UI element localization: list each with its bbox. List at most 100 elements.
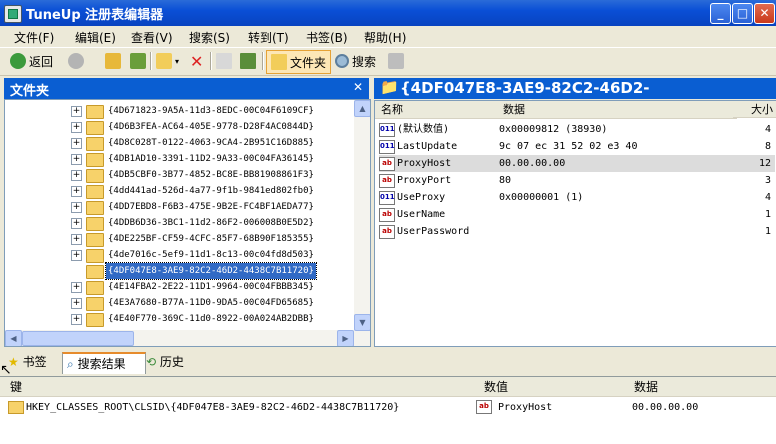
menu-goto[interactable]: 转到(T) [248, 29, 289, 46]
tree-scrollbar[interactable]: ▲ ▼ [354, 100, 370, 346]
tab-history[interactable]: ⟲ 历史 [146, 352, 196, 372]
properties-button[interactable] [216, 51, 235, 71]
back-button[interactable]: 返回 [10, 51, 53, 71]
value-name: UseProxy [397, 192, 446, 203]
expand-icon[interactable]: + [71, 122, 82, 133]
value-data: 00.00.00.00 [499, 158, 566, 169]
folder-icon [86, 313, 104, 327]
value-size: 1 [764, 209, 771, 220]
hscroll-thumb[interactable] [22, 331, 134, 346]
tree-hscrollbar[interactable]: ◀ ▶ [5, 330, 354, 346]
expand-icon[interactable]: + [71, 314, 82, 325]
value-row[interactable]: ab UserName 1 [379, 206, 775, 223]
tree-item-label: {4D671823-9A5A-11d3-8EDC-00C04F6109CF} [108, 106, 314, 116]
search-button[interactable]: 搜索 [335, 51, 376, 71]
menu-edit[interactable]: 编辑(E) [75, 29, 116, 46]
value-row[interactable]: ab ProxyHost 00.00.00.00 12 [379, 155, 775, 172]
expand-icon[interactable]: + [71, 154, 82, 165]
scroll-left-icon[interactable]: ◀ [5, 330, 22, 346]
window-title: TuneUp 注册表编辑器 [26, 8, 164, 23]
folder-icon [86, 281, 104, 295]
folder-icon [86, 153, 104, 167]
scroll-right-icon[interactable]: ▶ [337, 330, 354, 346]
folder-icon [86, 201, 104, 215]
menu-search[interactable]: 搜索(S) [189, 29, 230, 46]
value-row[interactable]: 011 (默认数值) 0x00009812 (38930) 4 [379, 121, 775, 138]
expand-icon[interactable]: + [71, 202, 82, 213]
folder-icon [86, 105, 104, 119]
binary-value-icon: 011 [379, 140, 395, 154]
tree-item-label: {4E14FBA2-2E22-11D1-9964-00C04FBBB345} [108, 282, 314, 292]
result-data: 00.00.00.00 [632, 402, 699, 413]
results-header-data[interactable]: 数据 [630, 377, 776, 397]
string-value-icon: ab [379, 208, 395, 222]
delete-icon: ✕ [190, 51, 204, 71]
results-header-key[interactable]: 键 [0, 377, 480, 397]
expand-icon[interactable]: + [71, 298, 82, 309]
menu-file[interactable]: 文件(F) [14, 29, 54, 46]
folder-icon [86, 137, 104, 151]
menu-bar: 文件(F) 编辑(E) 查看(V) 搜索(S) 转到(T) 书签(B) 帮助(H… [0, 26, 776, 46]
forward-arrow-icon [68, 53, 84, 69]
folders-panel-title: 文件夹 [10, 84, 50, 99]
expand-icon[interactable]: + [71, 186, 82, 197]
value-row[interactable]: 011 LastUpdate 9c 07 ec 31 52 02 e3 40 8 [379, 138, 775, 155]
tab-bookmarks[interactable]: ★ 书签 [8, 352, 58, 372]
close-panel-icon[interactable]: ✕ [353, 80, 363, 94]
expand-icon[interactable]: + [71, 138, 82, 149]
toolbar: 返回 ▾ ✕ 文件夹 搜索 [0, 47, 776, 76]
forward-button[interactable] [68, 51, 84, 71]
value-name: LastUpdate [397, 141, 458, 152]
scroll-up-icon[interactable]: ▲ [354, 100, 370, 117]
folder-icon [86, 121, 104, 135]
value-size: 4 [764, 124, 771, 135]
folder-icon [86, 169, 104, 183]
tree-item-label: {4DDB6D36-3BC1-11d2-86F2-006008B0E5D2} [108, 218, 314, 228]
expand-icon[interactable]: + [71, 234, 82, 245]
new-key-button[interactable]: ▾ [156, 51, 179, 71]
expand-icon[interactable]: + [71, 250, 82, 261]
minimize-button[interactable]: _ [710, 3, 731, 24]
export-button[interactable] [240, 51, 259, 71]
search-icon [335, 54, 349, 68]
value-size: 1 [764, 226, 771, 237]
expand-icon[interactable]: + [71, 218, 82, 229]
tree-item-label: {4E40F770-369C-11d0-8922-00A024AB2DBB} [108, 314, 314, 324]
close-button[interactable]: ✕ [754, 3, 775, 24]
folder-tree: + {4D671823-9A5A-11d3-8EDC-00C04F6109CF} +… [4, 99, 371, 347]
print-button[interactable] [388, 51, 407, 71]
value-data: 0x00009812 (38930) [499, 124, 608, 135]
expand-icon[interactable]: + [71, 106, 82, 117]
expand-icon[interactable]: + [71, 170, 82, 181]
value-row[interactable]: ab UserPassword 1 [379, 223, 775, 240]
scroll-down-icon[interactable]: ▼ [354, 314, 370, 331]
column-header-size[interactable]: 大小 [733, 101, 776, 118]
up-button[interactable] [105, 51, 124, 71]
value-name: ProxyPort [397, 175, 452, 186]
new-folder-icon [156, 53, 172, 69]
value-size: 4 [764, 192, 771, 203]
refresh-button[interactable] [130, 51, 149, 71]
result-key: HKEY_CLASSES_ROOT\CLSID\{4DF047E8-3AE9-8… [26, 402, 400, 413]
delete-button[interactable]: ✕ [190, 51, 203, 71]
folders-toggle-button[interactable]: 文件夹 [266, 50, 332, 74]
menu-view[interactable]: 查看(V) [131, 29, 173, 46]
value-data: 9c 07 ec 31 52 02 e3 40 [499, 141, 638, 152]
results-header-value[interactable]: 数值 [480, 377, 630, 397]
tab-search-results[interactable]: ⌕ 搜索结果 [62, 352, 146, 374]
column-header-name[interactable]: 名称 [375, 101, 505, 119]
menu-bookmarks[interactable]: 书签(B) [306, 29, 348, 46]
value-row[interactable]: 011 UseProxy 0x00000001 (1) 4 [379, 189, 775, 206]
menu-help[interactable]: 帮助(H) [364, 29, 406, 46]
expand-icon[interactable]: + [71, 282, 82, 293]
value-row[interactable]: ab ProxyPort 80 3 [379, 172, 775, 189]
maximize-button[interactable]: □ [732, 3, 753, 24]
column-header-data[interactable]: 数据 [499, 101, 737, 119]
tree-item-label: {4E3A7680-B77A-11D0-9DA5-00C04FD65685} [108, 298, 314, 308]
value-name: UserName [397, 209, 446, 220]
value-size: 8 [764, 141, 771, 152]
tree-item-label: {4DF047E8-3AE9-82C2-46D2-4438C7B11720} [105, 262, 317, 280]
tree-item-label: {4DB1AD10-3391-11D2-9A33-00C04FA36145} [108, 154, 314, 164]
value-size: 12 [758, 158, 771, 169]
bottom-tabs: ★ 书签 ⌕ 搜索结果 ⟲ 历史 ↖ [0, 350, 776, 378]
